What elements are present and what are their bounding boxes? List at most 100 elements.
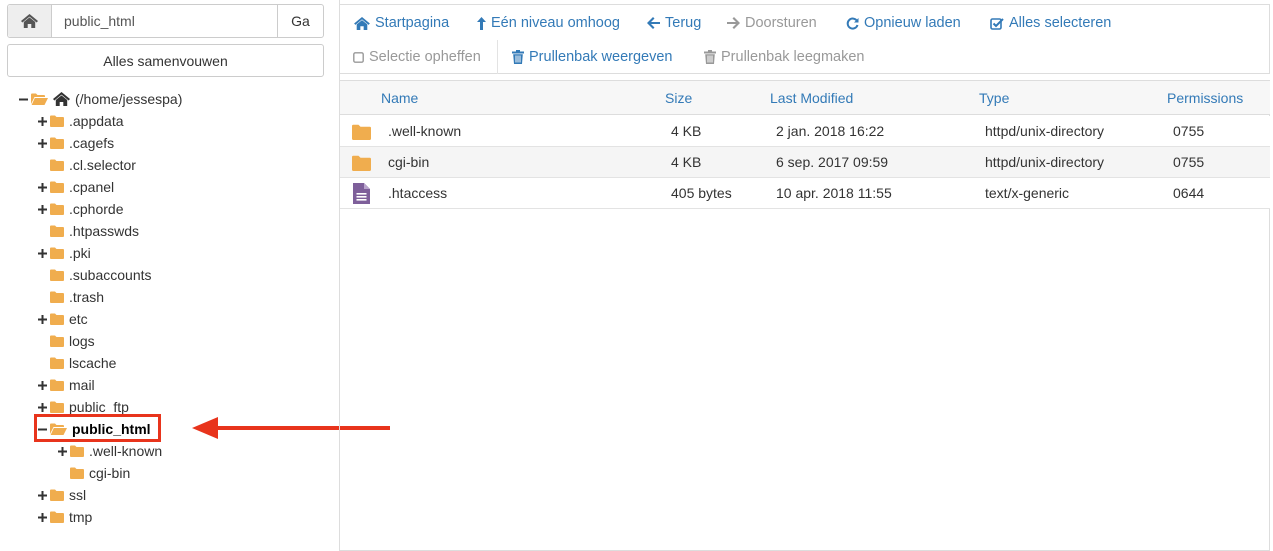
collapse-icon[interactable] <box>18 88 29 110</box>
path-input[interactable] <box>52 5 277 37</box>
file-permissions: 0755 <box>1173 123 1205 139</box>
header-name[interactable]: Name <box>381 81 418 115</box>
square-icon <box>353 51 364 63</box>
expand-icon[interactable] <box>37 374 48 396</box>
view-trash-button[interactable]: Prullenbak weergeven <box>512 46 672 68</box>
expand-icon[interactable] <box>37 308 48 330</box>
tree-item[interactable]: mail <box>37 374 95 396</box>
tree-item[interactable]: .htpasswds <box>37 220 139 242</box>
tree-item-label: cgi-bin <box>89 465 131 481</box>
view-trash-label: Prullenbak weergeven <box>529 49 673 65</box>
forward-button[interactable]: Doorsturen <box>727 12 817 34</box>
tree-item[interactable]: .well-known <box>57 440 162 462</box>
folder-icon <box>50 225 64 237</box>
deselect-button[interactable]: Selectie opheffen <box>353 46 481 68</box>
tree-item[interactable]: lscache <box>37 352 116 374</box>
file-type: httpd/unix-directory <box>985 123 1105 139</box>
folder-icon <box>50 335 64 347</box>
folder-icon <box>50 137 64 149</box>
tree-item-label: .subaccounts <box>69 267 152 283</box>
tree-item[interactable]: .trash <box>37 286 104 308</box>
expand-icon[interactable] <box>37 506 48 528</box>
header-permissions[interactable]: Permissions <box>1167 81 1243 115</box>
file-size: 4 KB <box>671 123 702 139</box>
home-icon <box>21 14 38 28</box>
expand-icon[interactable] <box>37 110 48 132</box>
folder-icon <box>50 511 64 523</box>
tree-item[interactable]: .cl.selector <box>37 154 136 176</box>
file-manager: Ga Alles samenvouwen (/home/jessespa) .ap… <box>0 0 1273 551</box>
tree-item[interactable]: .subaccounts <box>37 264 152 286</box>
header-size[interactable]: Size <box>665 81 692 115</box>
up-one-level-button[interactable]: Eén niveau omhoog <box>477 12 620 34</box>
file-type: httpd/unix-directory <box>985 154 1105 170</box>
tree-item[interactable]: .cphorde <box>37 198 123 220</box>
tree-item[interactable]: (/home/jessespa) <box>18 88 182 110</box>
expand-icon[interactable] <box>57 440 68 462</box>
tree-item[interactable]: .appdata <box>37 110 124 132</box>
folder-icon <box>50 115 64 127</box>
tree-item-label: .trash <box>69 289 105 305</box>
file-modified: 2 jan. 2018 16:22 <box>776 123 885 139</box>
tree-item-label: .pki <box>69 245 91 261</box>
tree-item[interactable]: tmp <box>37 506 92 528</box>
back-label: Terug <box>665 15 702 31</box>
header-last-modified[interactable]: Last Modified <box>770 81 853 115</box>
tree-item[interactable]: cgi-bin <box>57 462 130 484</box>
tree-item[interactable]: .pki <box>37 242 91 264</box>
folder-icon <box>50 181 64 193</box>
folder-icon <box>352 116 371 147</box>
header-type[interactable]: Type <box>979 81 1009 115</box>
check-square-icon <box>990 17 1004 30</box>
file-table: Name Size Last Modified Type Permissions… <box>340 80 1270 551</box>
tree-item[interactable]: etc <box>37 308 88 330</box>
home-icon <box>354 16 370 30</box>
home-link-button[interactable]: Startpagina <box>354 12 449 34</box>
file-name: .well-known <box>388 123 462 139</box>
file-size: 4 KB <box>671 154 702 170</box>
folder-icon <box>50 401 64 413</box>
file-type: text/x-generic <box>985 185 1070 201</box>
folder-icon <box>50 489 64 501</box>
tree-item[interactable]: logs <box>37 330 95 352</box>
toolbar: Startpagina Eén niveau omhoog Terug Door… <box>340 4 1270 74</box>
refresh-icon <box>846 17 859 29</box>
empty-trash-button[interactable]: Prullenbak leegmaken <box>704 46 864 68</box>
expand-icon[interactable] <box>37 176 48 198</box>
table-row[interactable]: .well-known 4 KB 2 jan. 2018 16:22 httpd/un… <box>340 116 1270 147</box>
tree-item[interactable]: .cpanel <box>37 176 114 198</box>
collapse-all-button[interactable]: Alles samenvouwen <box>7 44 324 77</box>
folder-icon <box>50 159 64 171</box>
tree-item-label: mail <box>69 377 95 393</box>
file-panel: Startpagina Eén niveau omhoog Terug Door… <box>340 0 1273 551</box>
trash-icon <box>512 50 524 64</box>
file-permissions: 0755 <box>1173 154 1205 170</box>
folder-icon <box>50 269 64 281</box>
table-row[interactable]: cgi-bin 4 KB 6 sep. 2017 09:59 httpd/unix-d… <box>340 147 1270 178</box>
folder-icon <box>50 247 64 259</box>
file-modified: 6 sep. 2017 09:59 <box>776 154 889 170</box>
expand-icon[interactable] <box>37 132 48 154</box>
tree-item-label: .well-known <box>89 443 163 459</box>
expand-icon[interactable] <box>37 242 48 264</box>
select-all-button[interactable]: Alles selecteren <box>990 12 1111 34</box>
tree-item[interactable]: .cagefs <box>37 132 114 154</box>
folder-icon <box>50 203 64 215</box>
expand-icon[interactable] <box>37 198 48 220</box>
table-row[interactable]: .htaccess 405 bytes 10 apr. 2018 11:55 text… <box>340 178 1270 209</box>
tree-item-label: ssl <box>69 487 87 503</box>
back-button[interactable]: Terug <box>647 12 701 34</box>
tree-item[interactable]: ssl <box>37 484 86 506</box>
home-button[interactable] <box>8 5 52 37</box>
reload-button[interactable]: Opnieuw laden <box>846 12 961 34</box>
expand-icon[interactable] <box>37 484 48 506</box>
toolbar-separator <box>497 40 498 74</box>
tree-item-label: .htpasswds <box>69 223 140 239</box>
go-button[interactable]: Ga <box>277 5 323 37</box>
file-permissions: 0644 <box>1173 185 1205 201</box>
folder-open-icon <box>31 93 48 105</box>
